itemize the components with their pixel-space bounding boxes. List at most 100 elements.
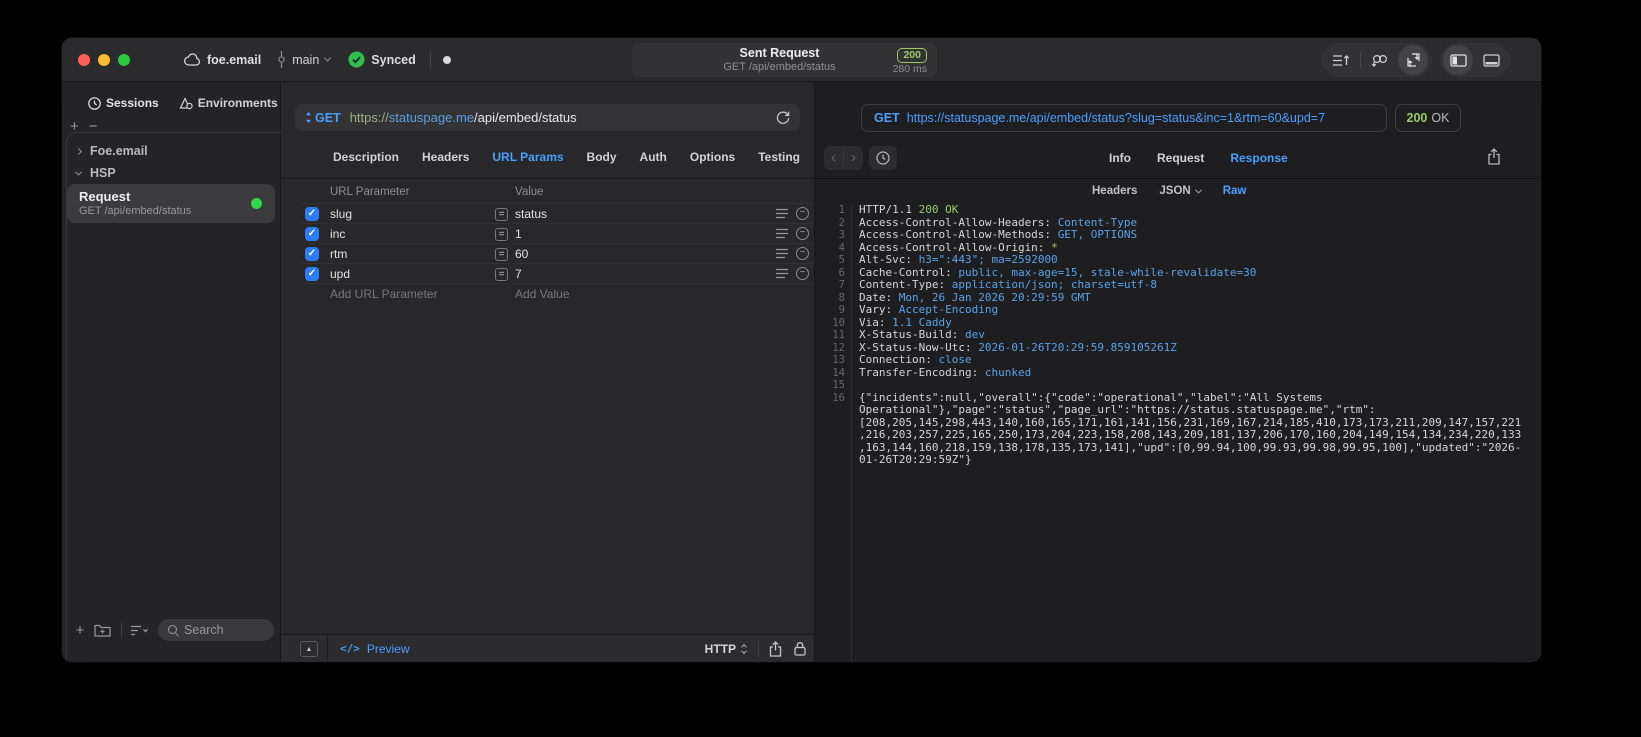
minimize-button[interactable] (98, 53, 110, 66)
back-button[interactable]: ‹ (831, 147, 836, 169)
param-value-field[interactable]: 7 (515, 267, 522, 281)
protocol-stepper-icon[interactable] (740, 643, 748, 655)
row-menu-icon[interactable] (776, 208, 788, 219)
tab-options[interactable]: Options (690, 150, 735, 164)
row-menu-icon[interactable] (776, 268, 788, 279)
forward-button[interactable]: › (851, 147, 856, 169)
tab-url-params[interactable]: URL Params (492, 150, 563, 164)
sent-request-url-box[interactable]: GET https://statuspage.me/api/embed/stat… (861, 104, 1387, 132)
tab-headers[interactable]: Headers (422, 150, 469, 164)
param-checkbox[interactable]: ✓ (305, 267, 319, 281)
add-request-button[interactable]: + (72, 622, 88, 639)
sent-request-pill[interactable]: Sent Request GET /api/embed/status 200 2… (632, 43, 937, 77)
footer-right-group: HTTP (705, 640, 814, 657)
collapse-panel-button[interactable]: ▲ (300, 640, 318, 657)
environments-icon (179, 96, 193, 109)
tab-body[interactable]: Body (587, 150, 617, 164)
request-list-item-selected[interactable]: Request GET /api/embed/status (67, 184, 275, 223)
maximize-button[interactable] (118, 53, 130, 66)
flow-button[interactable] (1364, 45, 1394, 75)
tree-item-label: Foe.email (90, 144, 148, 158)
protocol-selector[interactable]: HTTP (705, 642, 736, 656)
share-icon (1488, 148, 1500, 165)
tab-request[interactable]: Request (1157, 151, 1204, 165)
lock-icon[interactable] (794, 641, 806, 656)
param-name-field[interactable]: inc (330, 227, 345, 241)
remove-row-icon[interactable]: − (796, 207, 809, 220)
project-menu[interactable]: foe.email (184, 53, 261, 67)
main-content: Sessions Environments + − Foe.email HSP … (62, 82, 1541, 662)
response-status-code: 200 (1406, 111, 1428, 125)
param-value-field[interactable]: 60 (515, 247, 528, 261)
param-value-field[interactable]: status (515, 207, 547, 221)
param-row-slug: ✓ slug = status − (301, 204, 814, 224)
param-name-field[interactable]: upd (330, 267, 350, 281)
header-value: public, max-age=15, stale-while-revalida… (958, 265, 1257, 279)
add-param-placeholder[interactable]: Add URL Parameter (330, 287, 438, 301)
tab-testing[interactable]: Testing (758, 150, 800, 164)
remove-row-icon[interactable]: − (796, 227, 809, 240)
toggle-left-panel-button[interactable] (1443, 45, 1474, 75)
view-json-dropdown[interactable]: JSON (1159, 185, 1202, 197)
flow-icon (1371, 54, 1387, 67)
row-menu-icon[interactable] (776, 248, 788, 259)
tab-description[interactable]: Description (333, 150, 399, 164)
window-controls (78, 53, 130, 66)
param-value-field[interactable]: 1 (515, 227, 522, 241)
view-headers[interactable]: Headers (1092, 185, 1137, 197)
param-checkbox[interactable]: ✓ (305, 247, 319, 261)
footer-divider (327, 634, 328, 662)
param-name-field[interactable]: slug (330, 207, 352, 221)
toggle-bottom-panel-button[interactable] (1477, 45, 1507, 75)
sync-status[interactable]: Synced (348, 51, 416, 68)
sidebar-bottom-toolbar: + Search (62, 618, 280, 642)
tree-item-foe-email[interactable]: Foe.email (74, 142, 272, 160)
request-url-bar[interactable]: GET https://statuspage.me/api/embed/stat… (295, 104, 800, 131)
param-name-field[interactable]: rtm (330, 247, 347, 261)
branch-selector[interactable]: main (277, 51, 332, 68)
branch-name: main (292, 52, 320, 67)
param-checkbox[interactable]: ✓ (305, 207, 319, 221)
remove-row-icon[interactable]: − (796, 267, 809, 280)
search-input[interactable]: Search (158, 619, 274, 641)
header-value: chunked (984, 365, 1032, 379)
share-icon[interactable] (769, 640, 782, 657)
request-item-title: Request (79, 189, 131, 204)
request-url-input[interactable]: https://statuspage.me/api/embed/status (350, 110, 577, 125)
tab-info[interactable]: Info (1109, 151, 1131, 165)
remove-row-icon[interactable]: − (796, 247, 809, 260)
close-button[interactable] (78, 53, 90, 66)
line-number: 2 (838, 216, 845, 229)
add-param-row: Add URL Parameter Add Value (301, 284, 814, 304)
method-stepper-icon[interactable] (305, 111, 312, 124)
request-item-subtitle: GET /api/embed/status (79, 205, 192, 217)
new-folder-button[interactable] (94, 623, 111, 637)
param-checkbox[interactable]: ✓ (305, 227, 319, 241)
tab-sessions[interactable]: Sessions (88, 96, 159, 110)
export-response-button[interactable] (1487, 148, 1501, 165)
chevron-down-icon (1194, 186, 1202, 194)
tab-response[interactable]: Response (1230, 151, 1287, 165)
request-method[interactable]: GET (315, 111, 341, 125)
tab-auth[interactable]: Auth (640, 150, 667, 164)
resend-refresh-icon[interactable] (776, 110, 790, 125)
add-value-placeholder[interactable]: Add Value (515, 287, 570, 301)
response-view-tabs: Headers JSON Raw (1092, 180, 1246, 202)
preview-button[interactable]: Preview (367, 642, 410, 656)
request-tabs: Description Headers URL Params Body Auth… (333, 144, 814, 170)
tree-item-hsp[interactable]: HSP (74, 164, 272, 182)
sort-filter-button[interactable] (130, 624, 150, 637)
row-menu-icon[interactable] (776, 228, 788, 239)
params-table-header: URL Parameter Value (301, 182, 814, 204)
history-button[interactable] (869, 146, 897, 170)
line-number: 10 (832, 316, 845, 329)
response-line: 16 {"incidents":null,"overall":{"code":"o… (823, 391, 1525, 467)
tab-environments[interactable]: Environments (179, 96, 278, 110)
desktop-background: foe.email main Synced Sent Request GET /… (0, 0, 1641, 737)
view-raw[interactable]: Raw (1223, 185, 1247, 197)
sent-request-title: Sent Request (739, 46, 820, 60)
request-list-button[interactable] (1326, 45, 1356, 75)
bottom-panel-icon (1483, 53, 1500, 67)
import-export-button[interactable] (1398, 45, 1429, 75)
cloud-icon (184, 53, 201, 66)
